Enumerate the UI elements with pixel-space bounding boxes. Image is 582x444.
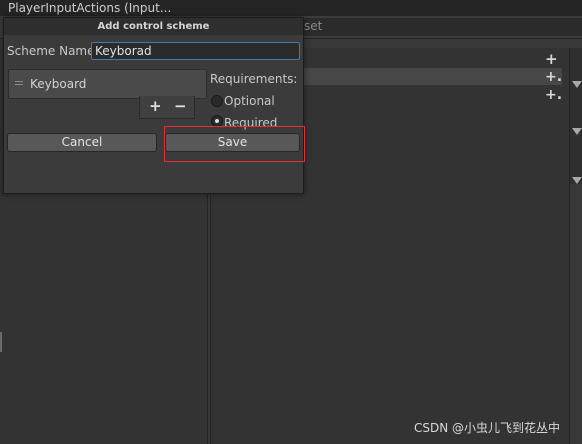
add-binding-icon-2[interactable]: +. (545, 88, 562, 103)
scheme-name-input[interactable] (91, 42, 300, 60)
window-title: PlayerInputActions (Input... (8, 1, 172, 15)
dialog-title: Add control scheme (4, 18, 303, 35)
add-action-map-icon[interactable]: + (545, 52, 558, 67)
toolbar-partial-label: set (304, 19, 323, 33)
add-device-button[interactable]: + (149, 97, 162, 115)
drag-handle-icon[interactable] (15, 81, 23, 82)
window-titlebar: PlayerInputActions (Input... (0, 0, 582, 16)
device-list-footer: + − (139, 96, 195, 119)
optional-label: Optional (224, 94, 275, 108)
device-item-keyboard[interactable]: Keyboard (30, 77, 86, 91)
left-edge-handle[interactable] (0, 332, 2, 352)
optional-radio[interactable] (211, 95, 223, 107)
remove-device-button[interactable]: − (174, 97, 187, 115)
annotation-highlight-box (164, 126, 305, 162)
toolbar-search-field[interactable] (294, 18, 582, 36)
foldout-arrow-icon-2[interactable] (572, 128, 582, 135)
device-requirements-list: Keyboard (8, 69, 207, 99)
scheme-name-label: Scheme Name (7, 44, 95, 58)
requirements-label: Requirements: (210, 72, 298, 86)
foldout-arrow-icon[interactable] (572, 81, 582, 88)
watermark: CSDN @小虫儿飞到花丛中 (414, 421, 561, 435)
add-control-scheme-dialog: Add control scheme Scheme Name Keyboard … (3, 17, 304, 194)
cancel-button[interactable]: Cancel (7, 133, 157, 152)
foldout-arrow-icon-3[interactable] (572, 177, 582, 184)
add-binding-icon[interactable]: +. (545, 70, 562, 85)
properties-panel-section (570, 48, 582, 184)
